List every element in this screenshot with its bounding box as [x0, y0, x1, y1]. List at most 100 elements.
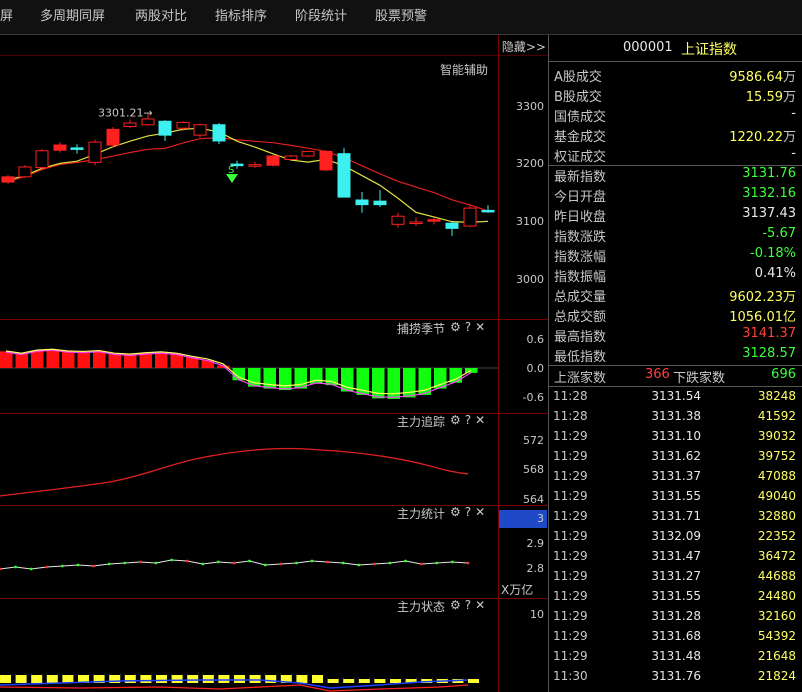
candlestick-chart[interactable]: 3301.21→ S	[0, 90, 498, 310]
tick-price: 3131.62	[651, 449, 701, 463]
tick-time: 11:29	[553, 489, 588, 503]
tick-volume: 32880	[757, 509, 796, 523]
candle-body	[319, 150, 333, 171]
quote-row: 最低指数 3128.57	[549, 345, 796, 365]
tick-time: 11:29	[553, 469, 588, 483]
tick-price: 3131.10	[651, 429, 701, 443]
state-bar-stripe	[202, 673, 214, 675]
ma-line-yellow	[7, 127, 489, 223]
close-icon[interactable]: ✕	[475, 320, 489, 334]
tick-price: 3131.38	[651, 409, 701, 423]
candle-body	[123, 122, 137, 127]
help-icon[interactable]: ?	[465, 320, 475, 334]
tick-row: 11:29 3131.47 36472	[549, 547, 796, 567]
tick-time: 11:29	[553, 549, 588, 563]
tab-stage-stats[interactable]: 阶段统计	[295, 0, 347, 34]
state-chart[interactable]	[0, 655, 498, 692]
state-bar-stripe	[468, 677, 479, 679]
tick-volume: 21648	[757, 649, 796, 663]
tab-stock-alert[interactable]: 股票预警	[375, 0, 427, 34]
summary-value: 15.59万	[745, 90, 796, 105]
season-bar	[77, 351, 90, 368]
tab-indicator-sort[interactable]: 指标排序	[215, 0, 267, 34]
tick-row: 11:30 3131.76 21824	[549, 667, 796, 687]
up-count: 366	[645, 367, 670, 382]
tick-row: 11:29 3132.09 22352	[549, 527, 796, 547]
summary-label: 基金成交	[554, 130, 607, 145]
tracking-line-chart[interactable]	[0, 414, 498, 504]
state-bar-stripe	[436, 677, 448, 679]
quote-row: 总成交量 9602.23万	[549, 285, 796, 305]
tab-multi-period[interactable]: 多周期同屏	[40, 0, 105, 34]
down-count-label: 下跌家数	[673, 371, 726, 386]
season-bar	[62, 351, 75, 368]
summary-row: 基金成交 1220.22万	[549, 125, 796, 145]
stock-header: 000001 上证指数	[549, 35, 802, 62]
tick-volume: 49040	[757, 489, 796, 503]
top-tab-bar: 屏 多周期同屏 两股对比 指标排序 阶段统计 股票预警	[0, 0, 802, 35]
tick-volume: 32160	[757, 609, 796, 623]
stats-dot	[295, 561, 298, 565]
hide-button[interactable]: 隐藏>>	[502, 38, 546, 55]
stats-dot	[170, 558, 174, 562]
stats-dot	[279, 562, 283, 566]
stats-dot	[154, 561, 158, 565]
close-icon[interactable]: ✕	[475, 598, 489, 612]
stats-line-chart[interactable]	[0, 513, 498, 593]
candle-body	[212, 124, 226, 142]
down-count: 696	[771, 367, 796, 382]
sell-signal-label: S	[228, 165, 234, 176]
candle-body	[176, 121, 190, 129]
high-price-label: 3301.21→	[98, 107, 153, 120]
y-tick: 2.8	[526, 562, 545, 575]
quote-value: 3131.76	[742, 166, 796, 181]
summary-label: 权证成交	[554, 150, 607, 165]
tab-two-stock-compare[interactable]: 两股对比	[135, 0, 187, 34]
summary-row: 权证成交 -	[549, 145, 796, 165]
gear-icon[interactable]: ⚙	[450, 598, 465, 612]
tick-price: 3131.48	[651, 649, 701, 663]
tick-volume: 24480	[757, 589, 796, 603]
season-bar	[279, 368, 292, 391]
state-bar-stripe	[187, 673, 199, 675]
y-tick: 0.0	[526, 362, 545, 375]
summary-row: 国债成交 -	[549, 105, 796, 125]
y-tick: 3	[537, 512, 544, 525]
tick-time: 11:29	[553, 429, 588, 443]
stats-dot	[217, 560, 220, 564]
smart-assist-label: 智能辅助	[440, 63, 489, 77]
state-bar-stripe	[249, 673, 261, 675]
tick-price: 3131.68	[651, 629, 701, 643]
tick-row: 11:29 3131.48 21648	[549, 647, 796, 667]
season-bar	[294, 368, 307, 389]
season-bar	[93, 350, 106, 368]
market-breadth: 上涨家数 366 下跌家数 696	[549, 366, 796, 386]
tick-row: 11:29 3131.55 49040	[549, 487, 796, 507]
catch-season-chart[interactable]	[0, 335, 498, 413]
stats-dot	[139, 560, 142, 564]
quote-row: 指数振幅 0.41%	[549, 265, 796, 285]
tick-volume: 39032	[757, 429, 796, 443]
stats-dot	[232, 561, 236, 565]
help-icon[interactable]: ?	[465, 598, 475, 612]
candle-body	[1, 176, 15, 183]
gear-icon[interactable]: ⚙	[450, 320, 465, 334]
stats-dot	[466, 561, 470, 565]
state-bar-stripe	[343, 677, 355, 679]
tick-time: 11:29	[553, 449, 588, 463]
y-tick: 3200	[516, 157, 544, 170]
tick-price: 3131.71	[651, 509, 701, 523]
candle-body	[266, 155, 280, 166]
summary-value: -	[791, 106, 796, 121]
season-bar	[108, 353, 121, 368]
tab-screen[interactable]: 屏	[0, 0, 13, 34]
y-tick: -0.6	[522, 391, 544, 404]
tick-time: 11:28	[553, 409, 588, 423]
stats-dot	[341, 561, 345, 565]
tick-row: 11:29 3131.10 39032	[549, 427, 796, 447]
candle-body	[284, 155, 298, 160]
candle-body	[427, 219, 441, 222]
tick-price: 3131.76	[651, 669, 701, 683]
tick-time: 11:28	[553, 389, 588, 403]
y-tick: 3100	[516, 215, 544, 228]
